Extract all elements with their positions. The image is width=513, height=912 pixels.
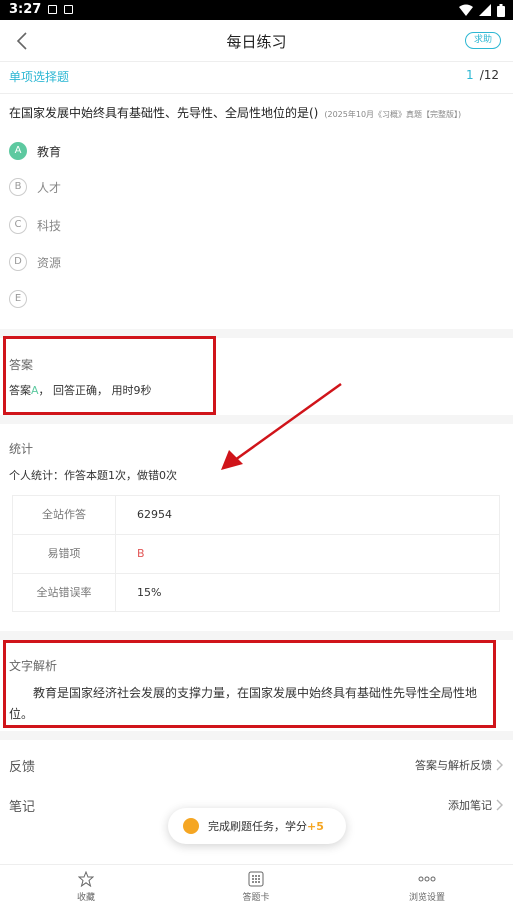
help-button[interactable]: 求助 bbox=[465, 32, 501, 49]
stats-table: 全站作答 62954 易错项 B 全站错误率 15% bbox=[12, 495, 500, 612]
stats-label: 易错项 bbox=[13, 535, 116, 573]
stats-value: 62954 bbox=[137, 508, 172, 521]
page-title: 每日练习 bbox=[226, 33, 287, 51]
option-key: A bbox=[9, 142, 27, 160]
analysis-title: 文字解析 bbox=[9, 659, 58, 673]
option-text: 资源 bbox=[37, 255, 62, 270]
option-text: 教育 bbox=[37, 144, 62, 159]
personal-stats: 个人统计：作答本题1次，做错0次 bbox=[9, 469, 177, 482]
feedback-label: 反馈 bbox=[9, 760, 36, 775]
status-icons bbox=[459, 3, 505, 17]
notes-label: 笔记 bbox=[9, 800, 36, 815]
notification-icon bbox=[48, 5, 57, 14]
divider bbox=[0, 93, 513, 94]
header: 每日练习 求助 bbox=[0, 20, 513, 62]
option-text: 科技 bbox=[37, 218, 62, 233]
tab-label: 浏览设置 bbox=[408, 893, 445, 903]
analysis-text: 教育是国家经济社会发展的支撑力量，在国家发展中始终具有基础性先导性全局性地位。 bbox=[9, 686, 478, 721]
tab-favorite[interactable]: 收藏 bbox=[36, 871, 136, 903]
section-gap bbox=[0, 731, 513, 740]
option-key: C bbox=[9, 216, 27, 234]
tab-label: 收藏 bbox=[76, 893, 95, 903]
option-c[interactable]: C 科技 bbox=[9, 215, 61, 235]
chevron-right-icon bbox=[496, 799, 503, 811]
annotation-box bbox=[3, 336, 216, 415]
notes-action[interactable]: 添加笔记 bbox=[448, 797, 492, 813]
tab-browse-settings[interactable]: 浏览设置 bbox=[377, 871, 477, 903]
question-stem: 在国家发展中始终具有基础性、先导性、全局性地位的是() bbox=[9, 106, 319, 120]
table-row: 全站作答 62954 bbox=[13, 496, 499, 535]
feedback-row[interactable]: 反馈 答案与解析反馈 bbox=[9, 756, 504, 776]
current-question-number: 1 bbox=[466, 68, 474, 82]
table-row: 易错项 B bbox=[13, 535, 499, 574]
toast-points: +5 bbox=[307, 820, 324, 833]
feedback-action[interactable]: 答案与解析反馈 bbox=[415, 757, 492, 773]
answer-prefix: 答案 bbox=[9, 384, 31, 397]
stats-value: B bbox=[137, 547, 145, 560]
option-b[interactable]: B 人才 bbox=[9, 177, 61, 197]
question-pager: 1/12 bbox=[466, 68, 499, 82]
tab-label: 答题卡 bbox=[242, 893, 270, 903]
section-gap bbox=[0, 631, 513, 640]
more-icon bbox=[418, 876, 436, 882]
signal-icon bbox=[479, 4, 491, 16]
status-time: 3:27 bbox=[9, 2, 42, 17]
toast-text: 完成刷题任务，学分 bbox=[208, 820, 307, 833]
task-toast: 完成刷题任务，学分+5 bbox=[168, 808, 346, 844]
option-key: E bbox=[9, 290, 27, 308]
grid-icon bbox=[248, 871, 264, 887]
option-text: 人才 bbox=[37, 180, 62, 195]
answer-key: A bbox=[31, 384, 39, 397]
star-icon bbox=[78, 871, 94, 887]
bottom-tab-bar: 收藏 答题卡 浏览设置 bbox=[0, 864, 513, 912]
option-a[interactable]: A 教育 bbox=[9, 141, 61, 161]
total-questions: /12 bbox=[479, 68, 499, 82]
stats-value: 15% bbox=[137, 586, 162, 599]
stats-title: 统计 bbox=[9, 442, 34, 456]
table-row: 全站错误率 15% bbox=[13, 574, 499, 613]
wifi-icon bbox=[459, 4, 473, 16]
option-d[interactable]: D 资源 bbox=[9, 252, 61, 272]
option-key: B bbox=[9, 178, 27, 196]
answer-suffix: ， 回答正确， 用时9秒 bbox=[38, 384, 152, 397]
annotation-arrow-icon bbox=[221, 382, 342, 470]
medal-icon bbox=[183, 818, 199, 834]
question-type: 单项选择题 bbox=[9, 70, 70, 84]
option-key: D bbox=[9, 253, 27, 271]
answer-title: 答案 bbox=[9, 358, 34, 372]
option-e[interactable]: E bbox=[9, 289, 37, 309]
question-source: (2025年10月《习概》真题【完整版】) bbox=[324, 110, 462, 119]
battery-icon bbox=[497, 3, 505, 17]
tab-answer-card[interactable]: 答题卡 bbox=[206, 871, 306, 903]
stats-label: 全站作答 bbox=[13, 496, 116, 534]
status-bar: 3:27 bbox=[0, 0, 513, 20]
question-text: 在国家发展中始终具有基础性、先导性、全局性地位的是() (2025年10月《习概》… bbox=[9, 104, 509, 121]
answer-result: 答案A， 回答正确， 用时9秒 bbox=[9, 382, 152, 398]
notification-icon bbox=[64, 5, 73, 14]
stats-label: 全站错误率 bbox=[13, 574, 116, 612]
chevron-right-icon bbox=[496, 759, 503, 771]
